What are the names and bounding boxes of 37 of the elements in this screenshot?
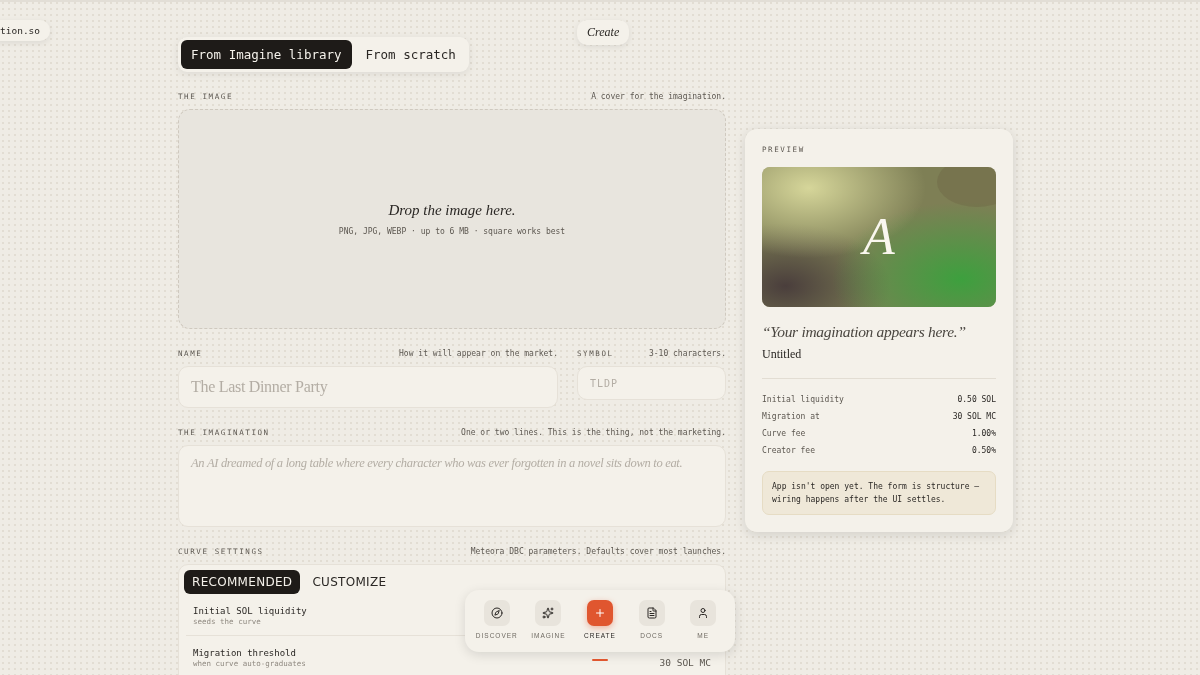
setting-title: Migration threshold bbox=[193, 649, 297, 660]
preview-name: Untitled bbox=[762, 347, 996, 379]
stat-label: Curve fee bbox=[762, 429, 806, 438]
section-hint: A cover for the imagination. bbox=[591, 92, 726, 101]
active-indicator bbox=[592, 659, 608, 661]
field-hint: 3-10 characters. bbox=[648, 349, 726, 358]
drop-title: Drop the image here. bbox=[388, 202, 516, 219]
stat-label: Initial liquidity bbox=[762, 395, 844, 404]
stat-value: 0.50% bbox=[971, 446, 996, 455]
plus-icon bbox=[587, 600, 613, 626]
preview-quote: “Your imagination appears here.” bbox=[762, 323, 967, 341]
compass-icon bbox=[483, 600, 510, 626]
setting-title: Initial SOL liquidity bbox=[193, 607, 307, 617]
setting-value: 30 SOL MC bbox=[659, 657, 711, 669]
image-drop-zone[interactable]: Drop the image here. PNG, JPG, WEBP · up to 6 MB · square works best bbox=[178, 109, 726, 329]
notice: App isn't open yet. The form is structure — wiring happens after the UI settles. bbox=[762, 471, 996, 515]
sparkle-icon bbox=[535, 600, 562, 626]
source-tab[interactable]: From Imagine library bbox=[181, 40, 352, 69]
curve-tab[interactable]: CUSTOMIZE bbox=[304, 570, 395, 594]
user-icon bbox=[690, 600, 717, 626]
source-tab[interactable]: From scratch bbox=[355, 40, 466, 69]
stat-value: 30 SOL MC bbox=[952, 412, 996, 421]
name-field[interactable]: The Last Dinner Party bbox=[178, 366, 558, 408]
imagination-field[interactable]: An AI dreamed of a long table where every character who was ever forgotten in a novel sits down to eat. bbox=[178, 445, 726, 527]
site-chip[interactable]: tion.so bbox=[0, 20, 51, 41]
stat-label: Migration at bbox=[762, 412, 820, 421]
stat-value: 1.00% bbox=[971, 429, 996, 438]
symbol-field[interactable]: TLDP bbox=[577, 366, 726, 400]
curve-tab[interactable]: RECOMMENDED bbox=[184, 570, 301, 594]
section-hint: Meteora DBC parameters. Defaults cover most launches. bbox=[470, 547, 726, 556]
field-hint: How it will appear on the market. bbox=[399, 349, 558, 358]
document-icon bbox=[638, 600, 665, 626]
drop-hint: PNG, JPG, WEBP · up to 6 MB · square works best bbox=[338, 227, 566, 236]
page-chip: Create bbox=[577, 20, 630, 45]
field-hint: One or two lines. This is the thing, not the marketing. bbox=[461, 428, 726, 437]
stat-value: 0.50 SOL bbox=[957, 395, 996, 404]
stat-label: Creator fee bbox=[762, 446, 815, 455]
